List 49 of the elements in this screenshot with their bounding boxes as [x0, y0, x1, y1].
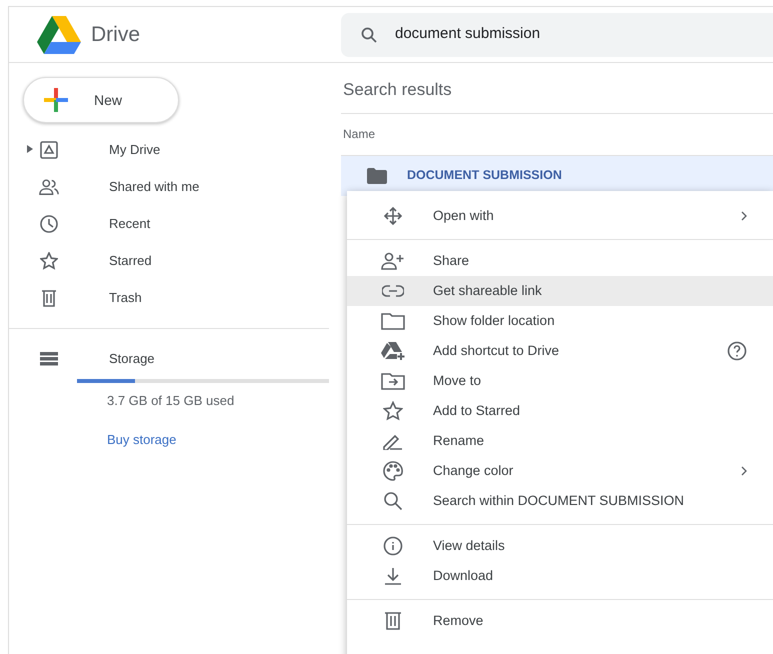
storage-usage: 3.7 GB of 15 GB used — [107, 392, 236, 410]
menu-item[interactable]: Show folder location — [347, 306, 773, 336]
menu-item[interactable]: Get shareable link — [347, 276, 773, 306]
download-icon — [383, 566, 403, 586]
trash-icon — [41, 288, 57, 306]
buy-storage-link[interactable]: Buy storage — [107, 430, 176, 450]
menu-item[interactable]: Add shortcut to Drive — [347, 336, 773, 366]
menu-item[interactable]: Add to Starred — [347, 396, 773, 426]
trash-icon — [384, 611, 402, 631]
clock-icon — [40, 214, 58, 232]
search-icon — [383, 491, 403, 511]
sidebar-item[interactable]: Starred — [9, 242, 341, 279]
menu-item[interactable]: Remove — [347, 606, 773, 636]
storage-icon — [40, 352, 58, 366]
search-field[interactable]: document submission — [341, 12, 773, 56]
folder-icon — [367, 168, 387, 184]
info-icon — [383, 536, 403, 556]
results-heading: Search results — [341, 63, 773, 114]
add-person-icon — [381, 252, 405, 270]
menu-item[interactable]: Rename — [347, 426, 773, 456]
storage-label: Storage — [109, 350, 155, 368]
menu-item[interactable]: Open with — [347, 201, 773, 231]
new-button[interactable]: New — [23, 77, 179, 123]
drive-logo-icon — [37, 14, 81, 54]
menu-item[interactable]: Change color — [347, 456, 773, 486]
menu-item[interactable]: Share — [347, 246, 773, 276]
expand-caret-icon[interactable] — [27, 145, 33, 154]
search-icon — [361, 26, 377, 42]
star-icon — [40, 252, 58, 270]
star-icon — [383, 401, 403, 421]
pencil-icon — [382, 432, 404, 450]
menu-item[interactable]: View details — [347, 531, 773, 561]
plus-icon — [44, 88, 68, 112]
drive-folder-icon — [40, 140, 58, 158]
folder-outline-icon — [381, 312, 405, 330]
sidebar-item[interactable]: Trash — [9, 279, 341, 316]
menu-item[interactable]: Download — [347, 561, 773, 591]
drive-shortcut-icon — [381, 341, 405, 361]
move-arrows-icon — [383, 206, 403, 226]
sidebar-item[interactable]: Shared with me — [9, 168, 341, 205]
palette-icon — [383, 461, 403, 481]
menu-item[interactable]: Move to — [347, 366, 773, 396]
sidebar-item[interactable]: My Drive — [9, 131, 341, 168]
menu-item[interactable]: Search within DOCUMENT SUBMISSION — [347, 486, 773, 516]
people-icon — [39, 178, 59, 196]
app-title: Drive — [91, 22, 140, 48]
link-icon — [382, 285, 404, 297]
move-to-folder-icon — [381, 372, 405, 390]
sidebar-item[interactable]: Recent — [9, 205, 341, 242]
